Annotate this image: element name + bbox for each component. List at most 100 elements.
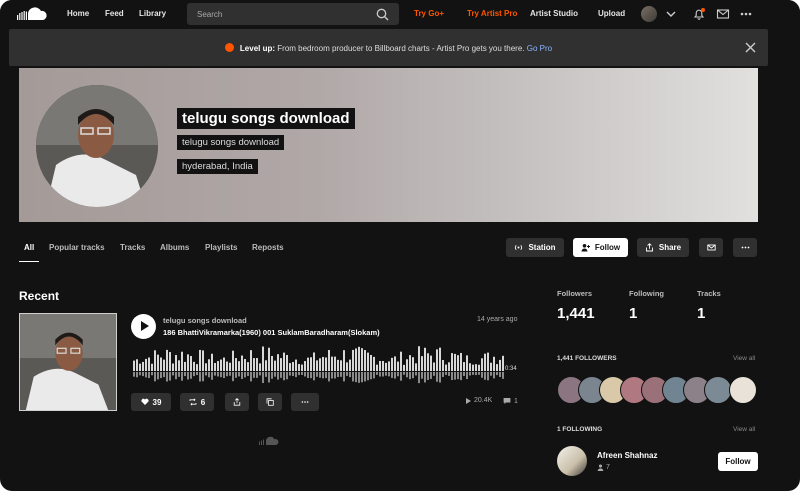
station-button[interactable]: Station bbox=[506, 238, 564, 257]
waveform-bar-reflection bbox=[331, 372, 333, 379]
waveform[interactable] bbox=[133, 345, 505, 385]
waveform-bar bbox=[403, 364, 405, 371]
nav-home[interactable]: Home bbox=[67, 9, 89, 18]
waveform-bar bbox=[295, 359, 297, 371]
artist-studio-link[interactable]: Artist Studio bbox=[530, 9, 578, 18]
waveform-bar bbox=[400, 351, 402, 371]
track-artwork[interactable] bbox=[19, 313, 117, 411]
comment-icon bbox=[503, 398, 511, 404]
repost-button[interactable]: 6 bbox=[180, 393, 214, 411]
waveform-bar-reflection bbox=[304, 372, 306, 377]
tracks-count[interactable]: 1 bbox=[697, 305, 705, 322]
play-button[interactable] bbox=[131, 314, 156, 339]
waveform-bar-reflection bbox=[292, 372, 294, 377]
waveform-bar bbox=[253, 358, 255, 371]
waveform-bar-reflection bbox=[205, 372, 207, 376]
soundcloud-logo[interactable] bbox=[16, 6, 50, 22]
messages-icon[interactable] bbox=[716, 7, 730, 21]
tab-reposts[interactable]: Reposts bbox=[252, 243, 284, 252]
following-view-all[interactable]: View all bbox=[733, 426, 755, 433]
waveform-bar-reflection bbox=[367, 372, 369, 381]
track-title[interactable]: 186 BhattiVikramarka(1960) 001 SuklamBar… bbox=[163, 328, 380, 337]
tab-albums[interactable]: Albums bbox=[160, 243, 189, 252]
waveform-bar bbox=[154, 350, 156, 371]
waveform-bar bbox=[412, 357, 414, 371]
waveform-bar bbox=[478, 364, 480, 371]
like-button[interactable]: 39 bbox=[131, 393, 171, 411]
share-track-button[interactable] bbox=[225, 393, 249, 411]
waveform-bar bbox=[151, 363, 153, 371]
copy-link-button[interactable] bbox=[258, 393, 282, 411]
waveform-bar-reflection bbox=[433, 372, 435, 376]
following-user-avatar[interactable] bbox=[557, 446, 587, 476]
try-go-plus-link[interactable]: Try Go+ bbox=[414, 9, 444, 18]
waveform-bar bbox=[313, 352, 315, 371]
tracks-label: Tracks bbox=[697, 289, 721, 298]
waveform-bar bbox=[304, 361, 306, 371]
waveform-bar-reflection bbox=[154, 372, 156, 382]
followers-view-all[interactable]: View all bbox=[733, 355, 755, 362]
follow-user-button[interactable]: Follow bbox=[718, 452, 758, 471]
more-options-icon[interactable] bbox=[739, 7, 753, 21]
waveform-bar bbox=[319, 358, 321, 371]
track-duration: 0:34 bbox=[505, 366, 517, 372]
waveform-bar-reflection bbox=[337, 372, 339, 378]
more-button[interactable] bbox=[733, 238, 757, 257]
track-uploader[interactable]: telugu songs download bbox=[163, 316, 247, 325]
search-input[interactable] bbox=[187, 3, 367, 25]
waveform-bar bbox=[271, 355, 273, 371]
track-time: 14 years ago bbox=[477, 316, 518, 323]
waveform-bar bbox=[472, 364, 474, 371]
more-track-options-button[interactable] bbox=[291, 393, 319, 411]
user-avatar[interactable] bbox=[641, 6, 657, 22]
waveform-bar-reflection bbox=[262, 372, 264, 384]
upload-link[interactable]: Upload bbox=[598, 9, 625, 18]
profile-avatar[interactable] bbox=[36, 85, 158, 207]
waveform-bar-reflection bbox=[178, 372, 180, 377]
tab-playlists[interactable]: Playlists bbox=[205, 243, 237, 252]
waveform-bar bbox=[283, 352, 285, 371]
search-icon[interactable] bbox=[376, 8, 389, 21]
waveform-bar-reflection bbox=[445, 372, 447, 375]
waveform-bar-reflection bbox=[484, 372, 486, 380]
share-button[interactable]: Share bbox=[637, 238, 689, 257]
following-label: Following bbox=[629, 289, 664, 298]
share-icon bbox=[233, 398, 241, 406]
notifications-bell-icon[interactable] bbox=[692, 7, 706, 21]
waveform-bar bbox=[361, 348, 363, 371]
waveform-bar bbox=[229, 362, 231, 371]
follower-avatar[interactable] bbox=[704, 376, 732, 404]
tab-tracks[interactable]: Tracks bbox=[120, 243, 145, 252]
followers-count[interactable]: 1,441 bbox=[557, 305, 595, 322]
comment-count[interactable]: 1 bbox=[503, 397, 518, 405]
close-icon[interactable] bbox=[745, 42, 756, 53]
followers-section-title: 1,441 FOLLOWERS bbox=[557, 355, 617, 362]
tab-all[interactable]: All bbox=[24, 243, 34, 252]
waveform-bar-reflection bbox=[325, 372, 327, 379]
waveform-bar-reflection bbox=[358, 372, 360, 383]
follower-avatar[interactable] bbox=[729, 376, 757, 404]
station-icon bbox=[515, 244, 523, 251]
chevron-down-icon[interactable] bbox=[664, 7, 678, 21]
profile-name: telugu songs download bbox=[177, 108, 355, 129]
waveform-bar-reflection bbox=[217, 372, 219, 377]
following-user-name[interactable]: Afreen Shahnaz bbox=[597, 451, 657, 460]
waveform-bar-reflection bbox=[157, 372, 159, 380]
waveform-bar bbox=[457, 355, 459, 371]
nav-library[interactable]: Library bbox=[139, 9, 166, 18]
follow-button[interactable]: Follow bbox=[573, 238, 628, 257]
tab-popular-tracks[interactable]: Popular tracks bbox=[49, 243, 105, 252]
waveform-bar bbox=[322, 356, 324, 371]
waveform-bar bbox=[193, 361, 195, 371]
go-pro-link[interactable]: Go Pro bbox=[527, 44, 552, 53]
waveform-bar bbox=[430, 355, 432, 371]
waveform-bar bbox=[160, 357, 162, 371]
following-count[interactable]: 1 bbox=[629, 305, 637, 322]
search-box[interactable] bbox=[187, 3, 399, 25]
waveform-bar bbox=[280, 358, 282, 371]
try-artist-pro-link[interactable]: Try Artist Pro bbox=[467, 9, 517, 18]
nav-feed[interactable]: Feed bbox=[105, 9, 124, 18]
waveform-bar bbox=[187, 354, 189, 371]
message-button[interactable] bbox=[699, 238, 723, 257]
waveform-bar-reflection bbox=[454, 372, 456, 380]
